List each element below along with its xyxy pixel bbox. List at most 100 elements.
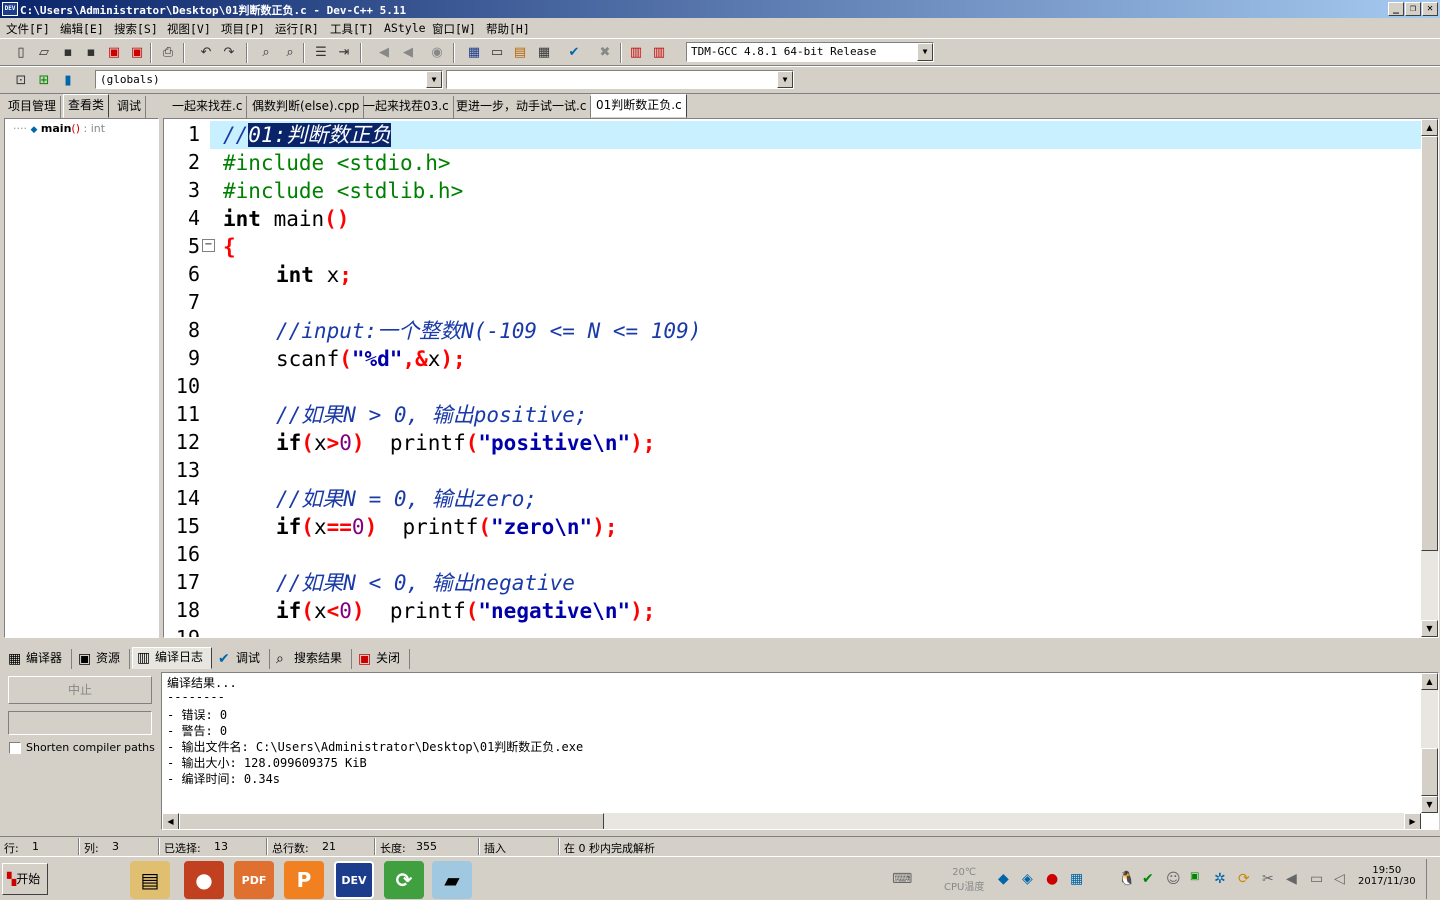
goto-line-icon[interactable]: ☰ [310, 41, 332, 63]
tab-compiler[interactable]: ▦ 编译器 [4, 649, 72, 669]
menu-help[interactable]: 帮助[H] [486, 21, 530, 37]
compiler-select[interactable]: TDM-GCC 4.8.1 64-bit Release ▼ [686, 42, 934, 62]
undo-icon[interactable]: ↶ [195, 41, 217, 63]
menu-edit[interactable]: 编辑[E] [60, 21, 104, 37]
editor-tab-2[interactable]: 偶数判断(else).cpp [248, 96, 365, 118]
editor-tab-4[interactable]: 更进一步，动手试一试.c [452, 96, 592, 118]
menu-window[interactable]: 窗口[W] [432, 21, 476, 37]
toggle-comment-icon[interactable]: ◉ [426, 41, 448, 63]
menu-file[interactable]: 文件[F] [6, 21, 50, 37]
refresh-app-icon[interactable]: ⟳ [384, 861, 424, 899]
scroll-up-icon[interactable]: ▲ [1421, 119, 1438, 136]
toggle-icon[interactable]: ⊞ [33, 69, 55, 91]
rebuild-icon[interactable]: ▦ [533, 41, 555, 63]
editor-tab-3[interactable]: 一起来找茬03.c [359, 96, 454, 118]
replace-icon[interactable]: ⌕ [279, 41, 301, 63]
presentation-icon[interactable]: P [284, 861, 324, 899]
minimize-button[interactable]: _ [1388, 2, 1404, 16]
hscroll-thumb[interactable] [179, 813, 604, 829]
redo-icon[interactable]: ↷ [218, 41, 240, 63]
menu-tools[interactable]: 工具[T] [330, 21, 374, 37]
tab-search-results[interactable]: ⌕ 搜索结果 [272, 649, 352, 669]
print-icon[interactable]: ⎙ [157, 41, 179, 63]
scroll-left-icon[interactable]: ◀ [162, 813, 179, 829]
start-button[interactable]: ▚开始 [2, 863, 48, 895]
cube-icon[interactable]: ◈ [1022, 871, 1033, 887]
new-file-icon[interactable]: ▯ [10, 41, 32, 63]
notepad-icon[interactable]: ▰ [432, 861, 472, 899]
scroll-thumb[interactable] [1421, 748, 1438, 796]
chevron-down-icon[interactable]: ▼ [426, 71, 442, 88]
menu-view[interactable]: 视图[V] [167, 21, 211, 37]
clock[interactable]: 19:50 2017/11/30 [1358, 865, 1416, 887]
scroll-thumb[interactable] [1421, 136, 1438, 551]
tab-resources[interactable]: ▣ 资源 [74, 649, 130, 669]
open-file-icon[interactable]: ▱ [33, 41, 55, 63]
devcpp-icon[interactable]: DEV [334, 861, 374, 899]
indent-icon[interactable]: ◀ [373, 41, 395, 63]
run-icon[interactable]: ▭ [486, 41, 508, 63]
grid-app-icon[interactable]: ▦ [1070, 871, 1083, 887]
editor-tab-1[interactable]: 一起来找茬.c [168, 96, 248, 118]
log-hscrollbar[interactable]: ◀ ▶ [162, 813, 1421, 829]
tab-close[interactable]: ▣ 关闭 [354, 649, 410, 669]
unindent-icon[interactable]: ◀ [397, 41, 419, 63]
scope-select[interactable]: (globals) ▼ [95, 70, 443, 89]
green-arrow-icon[interactable]: ⟳ [1238, 871, 1250, 887]
tree-item-main[interactable]: ···· ◆ main() : int [13, 122, 105, 135]
menu-project[interactable]: 项目[P] [221, 21, 265, 37]
chevron-down-icon[interactable]: ▼ [917, 43, 933, 61]
tab-classes[interactable]: 查看类 [63, 94, 110, 118]
save-icon[interactable]: ▪ [57, 41, 79, 63]
folder-icon[interactable]: ▤ [130, 861, 170, 899]
scroll-right-icon[interactable]: ▶ [1404, 813, 1421, 829]
speaker-icon[interactable]: ◀ [1286, 871, 1297, 887]
scroll-down-icon[interactable]: ▼ [1421, 796, 1438, 813]
wechat-icon[interactable]: ▣ [1190, 871, 1199, 882]
syntax-check-icon[interactable]: ✔ [563, 41, 585, 63]
pdf-icon[interactable]: PDF [234, 861, 274, 899]
scroll-down-icon[interactable]: ▼ [1421, 620, 1438, 637]
goto-icon[interactable]: ▮ [57, 69, 79, 91]
restore-button[interactable]: ❐ [1405, 2, 1421, 16]
check-tray-icon[interactable]: ✔ [1142, 871, 1154, 887]
sync-icon[interactable]: ✲ [1214, 871, 1226, 887]
bookmark-icon[interactable]: ⇥ [333, 41, 355, 63]
compile-icon[interactable]: ▦ [463, 41, 485, 63]
close-button[interactable]: ✕ [1422, 2, 1438, 16]
insert-icon[interactable]: ⊡ [10, 69, 32, 91]
users-icon[interactable]: ☺ [1166, 871, 1181, 887]
shorten-paths-checkbox[interactable] [9, 742, 21, 754]
volume-icon[interactable]: ◁ [1334, 871, 1345, 887]
scroll-up-icon[interactable]: ▲ [1421, 673, 1438, 690]
tools-icon[interactable]: ✂ [1262, 871, 1274, 887]
abort-button[interactable]: 中止 [8, 676, 152, 704]
compile-log[interactable]: 编译结果... -------- - 错误: 0 - 警告: 0 - 输出文件名… [161, 672, 1439, 830]
profile-icon[interactable]: ▥ [625, 41, 647, 63]
tab-debug-bottom[interactable]: ✔ 调试 [214, 649, 270, 669]
editor-tab-active[interactable]: 01判断数正负.c [591, 94, 687, 118]
shield-icon[interactable]: ◆ [998, 871, 1009, 887]
member-select[interactable]: ▼ [446, 70, 794, 89]
fold-toggle-icon[interactable]: − [202, 239, 215, 252]
menu-search[interactable]: 搜索[S] [114, 21, 158, 37]
chevron-down-icon[interactable]: ▼ [777, 71, 793, 88]
qq-icon[interactable]: 🐧 [1118, 871, 1135, 887]
delete-profile-icon[interactable]: ▥ [648, 41, 670, 63]
tab-project[interactable]: 项目管理 [4, 96, 62, 118]
tab-debug[interactable]: 调试 [113, 96, 147, 118]
show-desktop-button[interactable] [1426, 859, 1438, 899]
compile-run-icon[interactable]: ▤ [509, 41, 531, 63]
find-icon[interactable]: ⌕ [255, 41, 277, 63]
editor-scrollbar[interactable]: ▲ ▼ [1421, 119, 1438, 637]
security-icon[interactable]: ● [1046, 871, 1058, 887]
stop-icon[interactable]: ✖ [594, 41, 616, 63]
close-all-icon[interactable]: ▣ [126, 41, 148, 63]
menu-astyle[interactable]: AStyle [384, 21, 426, 35]
network-icon[interactable]: ▭ [1310, 871, 1323, 887]
tab-compile-log[interactable]: ▥ 编译日志 [132, 647, 212, 669]
app-tiger-icon[interactable]: ● [184, 861, 224, 899]
keyboard-icon[interactable]: ⌨ [892, 871, 912, 887]
save-all-icon[interactable]: ▪ [80, 41, 102, 63]
code-editor[interactable]: 1 2 3 4 5 6 7 8 9 10 11 12 13 14 15 16 17 18 19 − //01:判断数… [163, 118, 1439, 638]
